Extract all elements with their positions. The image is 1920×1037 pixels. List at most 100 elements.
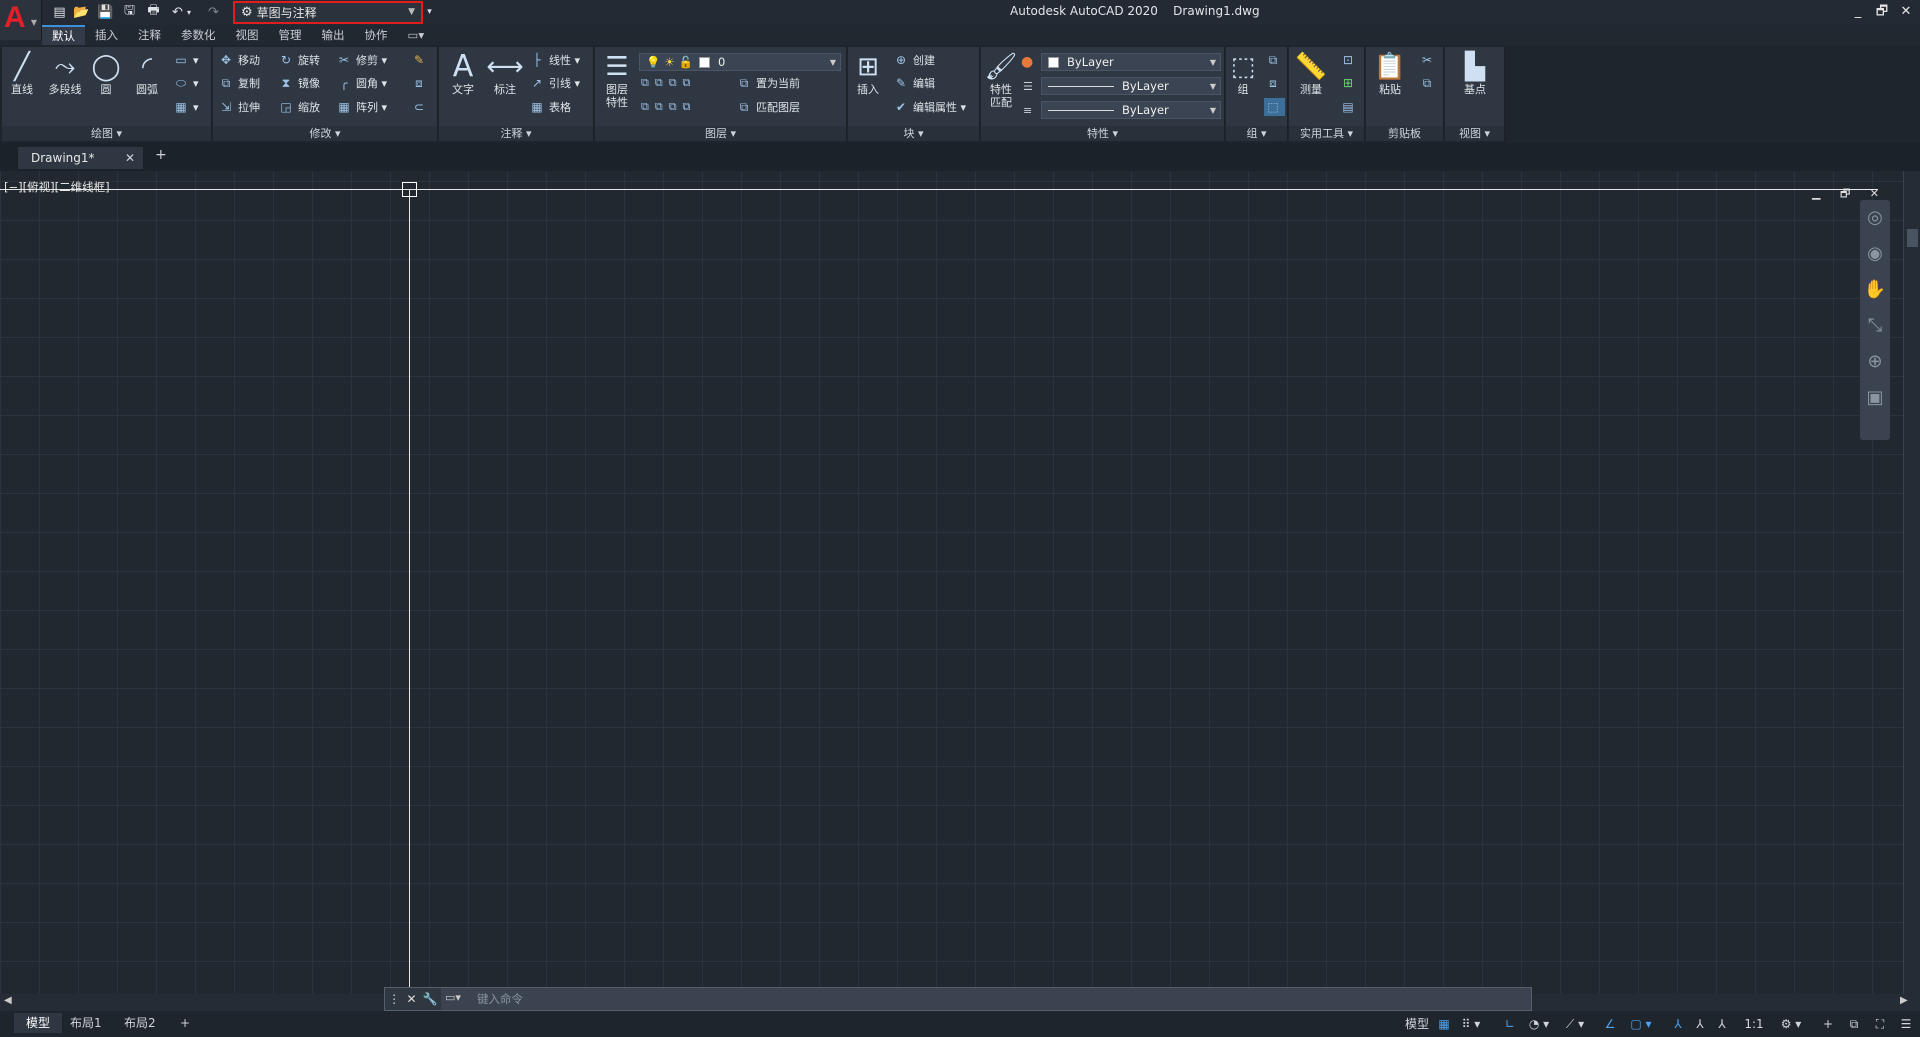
add-layout-icon[interactable]: + <box>168 1013 202 1033</box>
group-button[interactable]: ⬚ 组 <box>1226 51 1260 96</box>
isolate-objects-icon[interactable]: ⧉ <box>1844 1014 1864 1034</box>
linetype-dropdown[interactable]: ByLayer ▼ <box>1041 77 1221 95</box>
stretch-button[interactable]: ⇲ 拉伸 <box>217 98 260 116</box>
utilities-panel-footer[interactable]: 实用工具 ▾ <box>1289 126 1364 141</box>
annotation-visibility-icon[interactable]: ⅄ <box>1668 1014 1688 1034</box>
trim-button[interactable]: ✂ 修剪 ▾ <box>335 51 387 69</box>
drag-handle-icon[interactable]: ⋮ <box>388 992 400 1006</box>
print-icon[interactable]: 🖶 <box>144 3 163 21</box>
customize-qat-icon[interactable]: ▾ <box>420 3 439 21</box>
workspace-gear-icon[interactable]: ⚙ ▾ <box>1774 1014 1808 1034</box>
close-button[interactable]: ✕ <box>1895 2 1917 22</box>
group-edit-icon[interactable]: ⧈ <box>1264 74 1285 92</box>
draw-panel-footer[interactable]: 绘图 ▾ <box>2 126 211 141</box>
vertical-scroll-thumb[interactable] <box>1907 229 1918 247</box>
redo-icon[interactable]: ↷ <box>204 3 223 21</box>
scale-dropdown[interactable]: 1:1 <box>1736 1014 1772 1034</box>
scroll-left-icon[interactable]: ◀ <box>4 995 12 1006</box>
base-view-button[interactable]: ▙ 基点 <box>1455 51 1495 96</box>
workspace-selector[interactable]: ⚙ 草图与注释 ▼ <box>233 1 423 24</box>
layout-tab-layout1[interactable]: 布局1 <box>58 1013 114 1033</box>
quick-select-icon[interactable]: ⊡ <box>1339 51 1360 69</box>
layer-dropdown[interactable]: 💡 ☀ 🔓 0 ▼ <box>639 53 841 71</box>
steering-wheel-icon[interactable]: ◎ <box>1860 200 1890 236</box>
dimension-button[interactable]: ⟷ 标注 <box>485 51 525 96</box>
ortho-icon[interactable]: ∟ <box>1500 1014 1520 1034</box>
leader-button[interactable]: ↗ 引线 ▾ <box>528 74 580 92</box>
cut-icon[interactable]: ✂ <box>1418 51 1439 69</box>
zoom-extents-icon[interactable]: ⤡ <box>1860 308 1890 344</box>
rotate-button[interactable]: ↻ 旋转 <box>277 51 320 69</box>
layer-tools-row-2[interactable]: ⧉⧉⧉⧉ <box>641 98 696 116</box>
model-space-toggle[interactable]: 模型 <box>1402 1014 1432 1034</box>
open-folder-icon[interactable]: 📂 <box>72 3 91 21</box>
undo-dropdown-icon[interactable]: ▾ <box>184 3 194 21</box>
minimize-button[interactable]: _ <box>1847 2 1869 22</box>
fullscreen-icon[interactable]: ⛶ <box>1870 1014 1890 1034</box>
viewport-label[interactable]: [−][俯视][二维线框] <box>4 179 110 195</box>
layer-tools-row-1[interactable]: ⧉⧉⧉⧉ <box>641 74 696 92</box>
hatch-button[interactable]: ▦ ▾ <box>172 98 198 116</box>
orbit-icon[interactable]: ◉ <box>1860 236 1890 272</box>
command-prompt-icon[interactable]: ▭▾ <box>445 991 461 1004</box>
application-menu-button[interactable]: A ▼ <box>0 0 42 40</box>
close-command-line-icon[interactable]: ✕ <box>406 992 416 1006</box>
clipboard-panel-footer[interactable]: 剪贴板 <box>1366 126 1443 141</box>
tab-view[interactable]: 视图 <box>226 25 269 45</box>
color-dropdown[interactable]: ByLayer ▼ <box>1041 53 1221 71</box>
group-select-icon[interactable]: ⬚ <box>1264 98 1285 116</box>
block-panel-footer[interactable]: 块 ▾ <box>848 126 979 141</box>
layout-tab-layout2[interactable]: 布局2 <box>112 1013 168 1033</box>
tab-annotate[interactable]: 注释 <box>128 25 171 45</box>
save-as-icon[interactable]: 🖫 <box>120 3 139 21</box>
create-block-button[interactable]: ⊕ 创建 <box>892 51 935 69</box>
properties-panel-footer[interactable]: 特性 ▾ <box>981 126 1224 141</box>
restore-button[interactable]: 🗗 <box>1871 2 1893 22</box>
drawing-canvas[interactable]: [−][俯视][二维线框] ▁ 🗗 ✕ <box>0 171 1905 994</box>
ellipse-button[interactable]: ⬭ ▾ <box>172 74 199 92</box>
mirror-button[interactable]: ⧗ 镜像 <box>277 74 320 92</box>
insert-block-button[interactable]: ⊞ 插入 <box>848 51 888 96</box>
scroll-right-icon[interactable]: ▶ <box>1900 995 1908 1006</box>
drawing-tab[interactable]: Drawing1* ✕ <box>18 147 143 169</box>
ungroup-icon[interactable]: ⧉ <box>1264 51 1285 69</box>
edit-attributes-button[interactable]: ✔ 编辑属性 ▾ <box>892 98 966 116</box>
line-button[interactable]: ╱ 直线 <box>2 51 42 96</box>
tab-parametric[interactable]: 参数化 <box>171 25 226 45</box>
layer-properties-button[interactable]: ☰ 图层 特性 <box>595 51 639 109</box>
new-tab-icon[interactable]: + <box>155 147 167 163</box>
command-input[interactable] <box>477 990 1477 1008</box>
offset-button[interactable]: ⊂ <box>410 98 431 116</box>
match-properties-button[interactable]: 🖌 特性 匹配 <box>981 51 1021 109</box>
layers-panel-footer[interactable]: 图层 ▾ <box>595 126 846 141</box>
tab-default[interactable]: 默认 <box>42 25 85 45</box>
layout-tab-model[interactable]: 模型 <box>14 1013 63 1033</box>
pan-icon[interactable]: ✋ <box>1860 272 1890 308</box>
view-panel-footer[interactable]: 视图 ▾ <box>1445 126 1504 141</box>
scale-button[interactable]: ◲ 缩放 <box>277 98 320 116</box>
customize-wrench-icon[interactable]: 🔧 <box>423 992 438 1006</box>
save-icon[interactable]: 💾 <box>96 3 115 21</box>
new-file-icon[interactable]: ▤ <box>50 3 69 21</box>
tab-insert[interactable]: 插入 <box>85 25 128 45</box>
erase-button[interactable]: ✎ <box>410 51 431 69</box>
copy-button[interactable]: ⧉ 复制 <box>217 74 260 92</box>
auto-scale-icon[interactable]: ⅄ <box>1690 1014 1710 1034</box>
showmotion-icon[interactable]: ▣ <box>1860 380 1890 416</box>
annotation-panel-footer[interactable]: 注释 ▾ <box>439 126 593 141</box>
array-button[interactable]: ▦ 阵列 ▾ <box>335 98 387 116</box>
fillet-button[interactable]: ╭ 圆角 ▾ <box>335 74 387 92</box>
tab-output[interactable]: 输出 <box>312 25 355 45</box>
object-snap-icon[interactable]: ▢ ▾ <box>1624 1014 1658 1034</box>
circle-button[interactable]: ◯ 圆 <box>86 51 126 96</box>
groups-panel-footer[interactable]: 组 ▾ <box>1226 126 1287 141</box>
edit-block-button[interactable]: ✎ 编辑 <box>892 74 935 92</box>
snap-icon[interactable]: ⠿ ▾ <box>1456 1014 1486 1034</box>
customization-menu-icon[interactable]: ☰ <box>1896 1014 1916 1034</box>
lineweight-dropdown[interactable]: ByLayer ▼ <box>1041 101 1221 119</box>
annotation-monitor-icon[interactable]: + <box>1818 1014 1838 1034</box>
rectangle-button[interactable]: ▭ ▾ <box>172 51 198 69</box>
explode-button[interactable]: ⧈ <box>410 74 431 92</box>
polyline-button[interactable]: ⤳ 多段线 <box>42 51 88 96</box>
tab-manage[interactable]: 管理 <box>269 25 312 45</box>
